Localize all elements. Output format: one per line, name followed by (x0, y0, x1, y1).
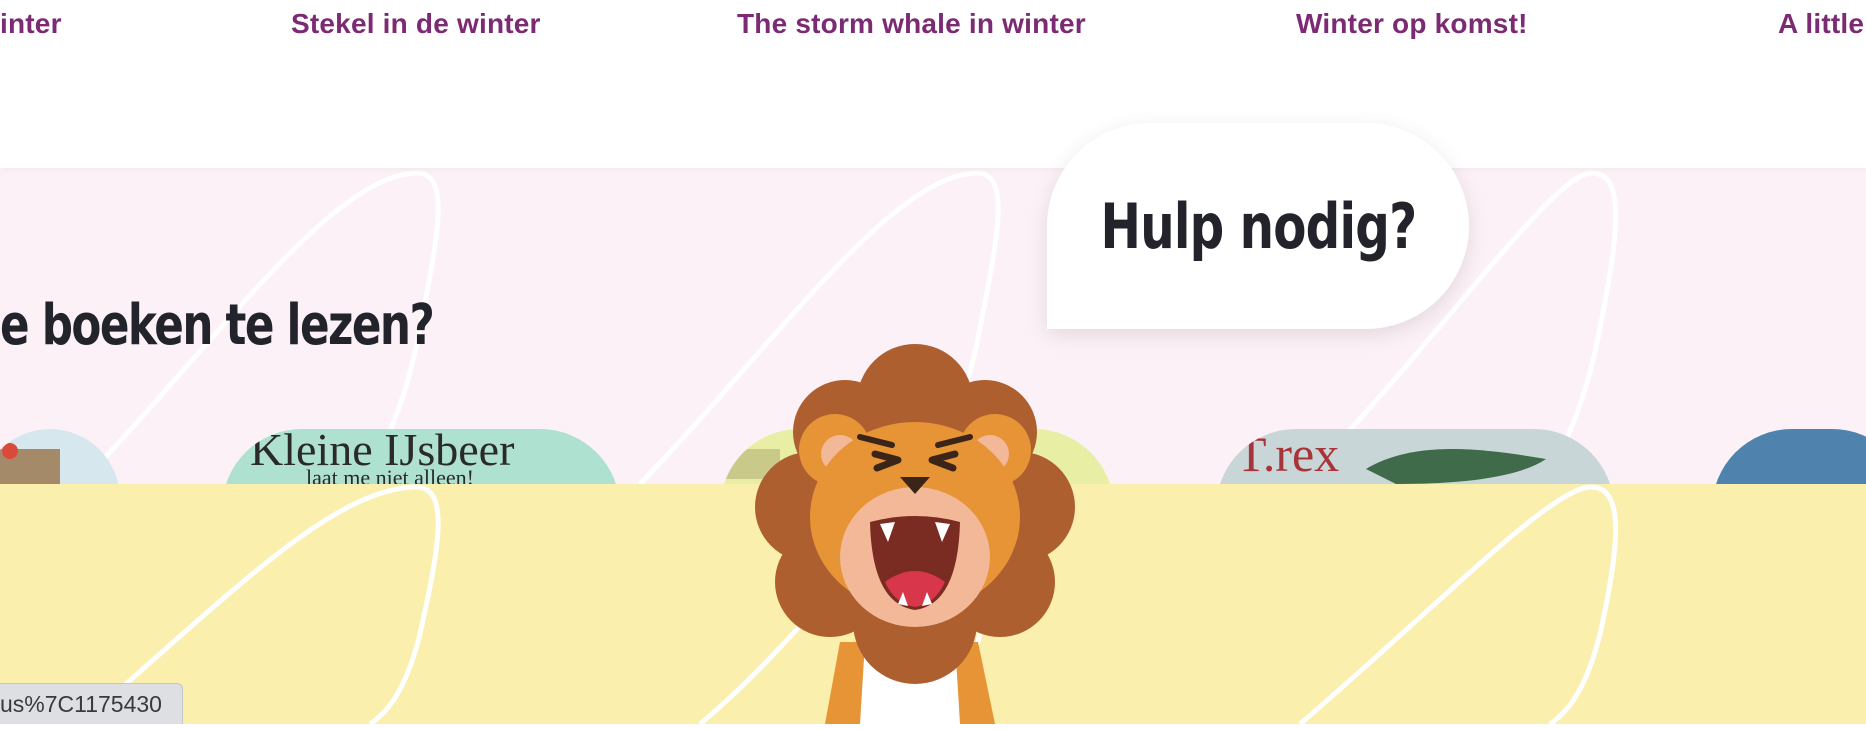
help-label: Hulp nodig? (1100, 189, 1417, 263)
book-title-link[interactable]: Winter op komst! (1296, 8, 1528, 40)
browser-status-url: us%7C1175430 (0, 683, 183, 724)
help-chat-bubble[interactable]: Hulp nodig? (1047, 123, 1469, 329)
book-title-link[interactable]: The storm whale in winter (737, 8, 1086, 40)
section-heading: e boeken te lezen? (0, 293, 435, 358)
book-carousel-titles: inter Stekel in de winter The storm whal… (0, 0, 1866, 168)
lion-icon[interactable] (730, 342, 1110, 729)
book-title-link[interactable]: inter (0, 8, 62, 40)
book-title-link[interactable]: Stekel in de winter (291, 8, 541, 40)
book-title-link[interactable]: A little (1778, 8, 1864, 40)
